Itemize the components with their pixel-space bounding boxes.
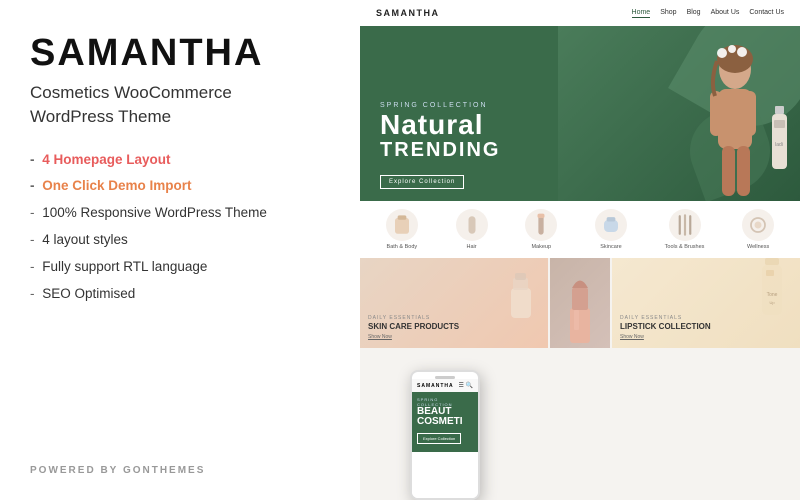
feature-item-1: - 4 Homepage Layout (30, 151, 330, 170)
product-label-makeup: Makeup (531, 244, 551, 250)
product-item-hair[interactable]: Hair (456, 209, 488, 250)
product-circle-bath (386, 209, 418, 241)
feature-item-6: - SEO Optimised (30, 285, 330, 304)
hero-explore-button[interactable]: Explore Collection (380, 175, 464, 189)
feature-text-6: SEO Optimised (42, 286, 135, 301)
banner-left-title: SKIN CARE PRODUCTS (368, 322, 459, 332)
dash-6: - (30, 286, 35, 301)
svg-text:Tone: Tone (767, 292, 778, 298)
feature-item-3: - 100% Responsive WordPress Theme (30, 204, 330, 223)
banner-right-button[interactable]: Show Now (620, 334, 711, 340)
product-item-bath[interactable]: Bath & Body (386, 209, 418, 250)
banner-right-eyebrow: DAILY ESSENTIALS (620, 315, 711, 321)
phone-hero-title2: COSMETI (417, 417, 473, 427)
hero-section: ladi SPRING COLLECTION Natural TRENDING … (360, 26, 800, 201)
banner-right[interactable]: DAILY ESSENTIALS LIPSTICK COLLECTION Sho… (612, 258, 800, 348)
dash-1: - (30, 152, 35, 167)
feature-text-1: 4 Homepage Layout (42, 152, 170, 167)
left-content: SAMANTHA Cosmetics WooCommerce WordPress… (30, 32, 330, 324)
product-item-skincare[interactable]: Skincare (595, 209, 627, 250)
left-panel: SAMANTHA Cosmetics WooCommerce WordPress… (0, 0, 360, 500)
phone-screen: SAMANTHA ☰ 🔍 SPRING COLLECTION BEAUT COS… (412, 379, 478, 500)
hero-text-block: SPRING COLLECTION Natural TRENDING Explo… (380, 102, 500, 189)
feature-item-5: - Fully support RTL language (30, 258, 330, 277)
svg-text:ladi: ladi (775, 142, 783, 148)
banner-left-text: DAILY ESSENTIALS SKIN CARE PRODUCTS Show… (368, 315, 459, 340)
product-circle-tools (669, 209, 701, 241)
nav-link-contact[interactable]: Contact Us (749, 9, 784, 18)
product-label-bath: Bath & Body (387, 244, 418, 250)
nav-link-blog[interactable]: Blog (687, 9, 701, 18)
powered-by-label: POWERED BY GONTHEMES (30, 465, 330, 476)
product-item-makeup[interactable]: Makeup (525, 209, 557, 250)
dash-4: - (30, 232, 35, 247)
phone-nav: SAMANTHA ☰ 🔍 (412, 379, 478, 392)
phone-frame: SAMANTHA ☰ 🔍 SPRING COLLECTION BEAUT COS… (410, 370, 480, 500)
feature-text-4: 4 layout styles (42, 232, 128, 247)
dash-3: - (30, 205, 35, 220)
products-strip: Bath & Body Hair Makeup (360, 201, 800, 258)
nav-link-shop[interactable]: Shop (660, 9, 676, 18)
feature-item-2: - One Click Demo Import (30, 177, 330, 196)
banner-left-button[interactable]: Show Now (368, 334, 459, 340)
features-list: - 4 Homepage Layout - One Click Demo Imp… (30, 151, 330, 304)
preview-nav-brand: SAMANTHA (376, 8, 440, 18)
hero-title-natural: Natural (380, 111, 500, 139)
hero-woman-figure (680, 41, 770, 201)
feature-text-5: Fully support RTL language (42, 259, 207, 274)
phone-hero: SPRING COLLECTION BEAUT COSMETI Explore … (412, 392, 478, 452)
feature-item-4: - 4 layout styles (30, 231, 330, 250)
nav-links-container: Home Shop Blog About Us Contact Us (632, 9, 784, 18)
banner-right-title: LIPSTICK COLLECTION (620, 322, 711, 332)
nav-link-home[interactable]: Home (632, 9, 651, 18)
product-item-tools[interactable]: Tools & Brushes (665, 209, 705, 250)
banner-right-text: DAILY ESSENTIALS LIPSTICK COLLECTION Sho… (620, 315, 711, 340)
product-label-tools: Tools & Brushes (665, 244, 705, 250)
brand-subtitle: Cosmetics WooCommerce WordPress Theme (30, 81, 330, 129)
preview-nav: SAMANTHA Home Shop Blog About Us Contact… (360, 0, 800, 26)
product-label-skincare: Skincare (600, 244, 621, 250)
side-product-bottle: ladi (767, 106, 792, 186)
phone-brand-label: SAMANTHA (417, 383, 454, 389)
feature-text-2: One Click Demo Import (42, 178, 191, 193)
nav-link-about[interactable]: About Us (711, 9, 740, 18)
hero-eyebrow: SPRING COLLECTION (380, 102, 500, 109)
phone-mockup: SAMANTHA ☰ 🔍 SPRING COLLECTION BEAUT COS… (410, 370, 480, 500)
dash-2: - (30, 178, 35, 193)
banner-left-eyebrow: DAILY ESSENTIALS (368, 315, 459, 321)
subtitle-line2: WordPress Theme (30, 107, 171, 126)
banner-center (550, 258, 610, 348)
dash-5: - (30, 259, 35, 274)
product-item-wellness[interactable]: Wellness (742, 209, 774, 250)
banner-left[interactable]: DAILY ESSENTIALS SKIN CARE PRODUCTS Show… (360, 258, 548, 348)
phone-hero-button[interactable]: Explore Collection (417, 433, 461, 444)
hero-title-trending: TRENDING (380, 139, 500, 162)
phone-menu-icon[interactable]: ☰ 🔍 (458, 382, 473, 389)
product-label-hair: Hair (467, 244, 477, 250)
product-circle-hair (456, 209, 488, 241)
product-label-wellness: Wellness (747, 244, 769, 250)
brand-title: SAMANTHA (30, 32, 330, 75)
product-circle-makeup (525, 209, 557, 241)
product-circle-skincare (595, 209, 627, 241)
right-panel: SAMANTHA Home Shop Blog About Us Contact… (360, 0, 800, 500)
banner-row: DAILY ESSENTIALS SKIN CARE PRODUCTS Show… (360, 258, 800, 348)
product-circle-wellness (742, 209, 774, 241)
subtitle-line1: Cosmetics WooCommerce (30, 83, 232, 102)
svg-text:Up: Up (769, 300, 775, 305)
feature-text-3: 100% Responsive WordPress Theme (42, 205, 267, 220)
